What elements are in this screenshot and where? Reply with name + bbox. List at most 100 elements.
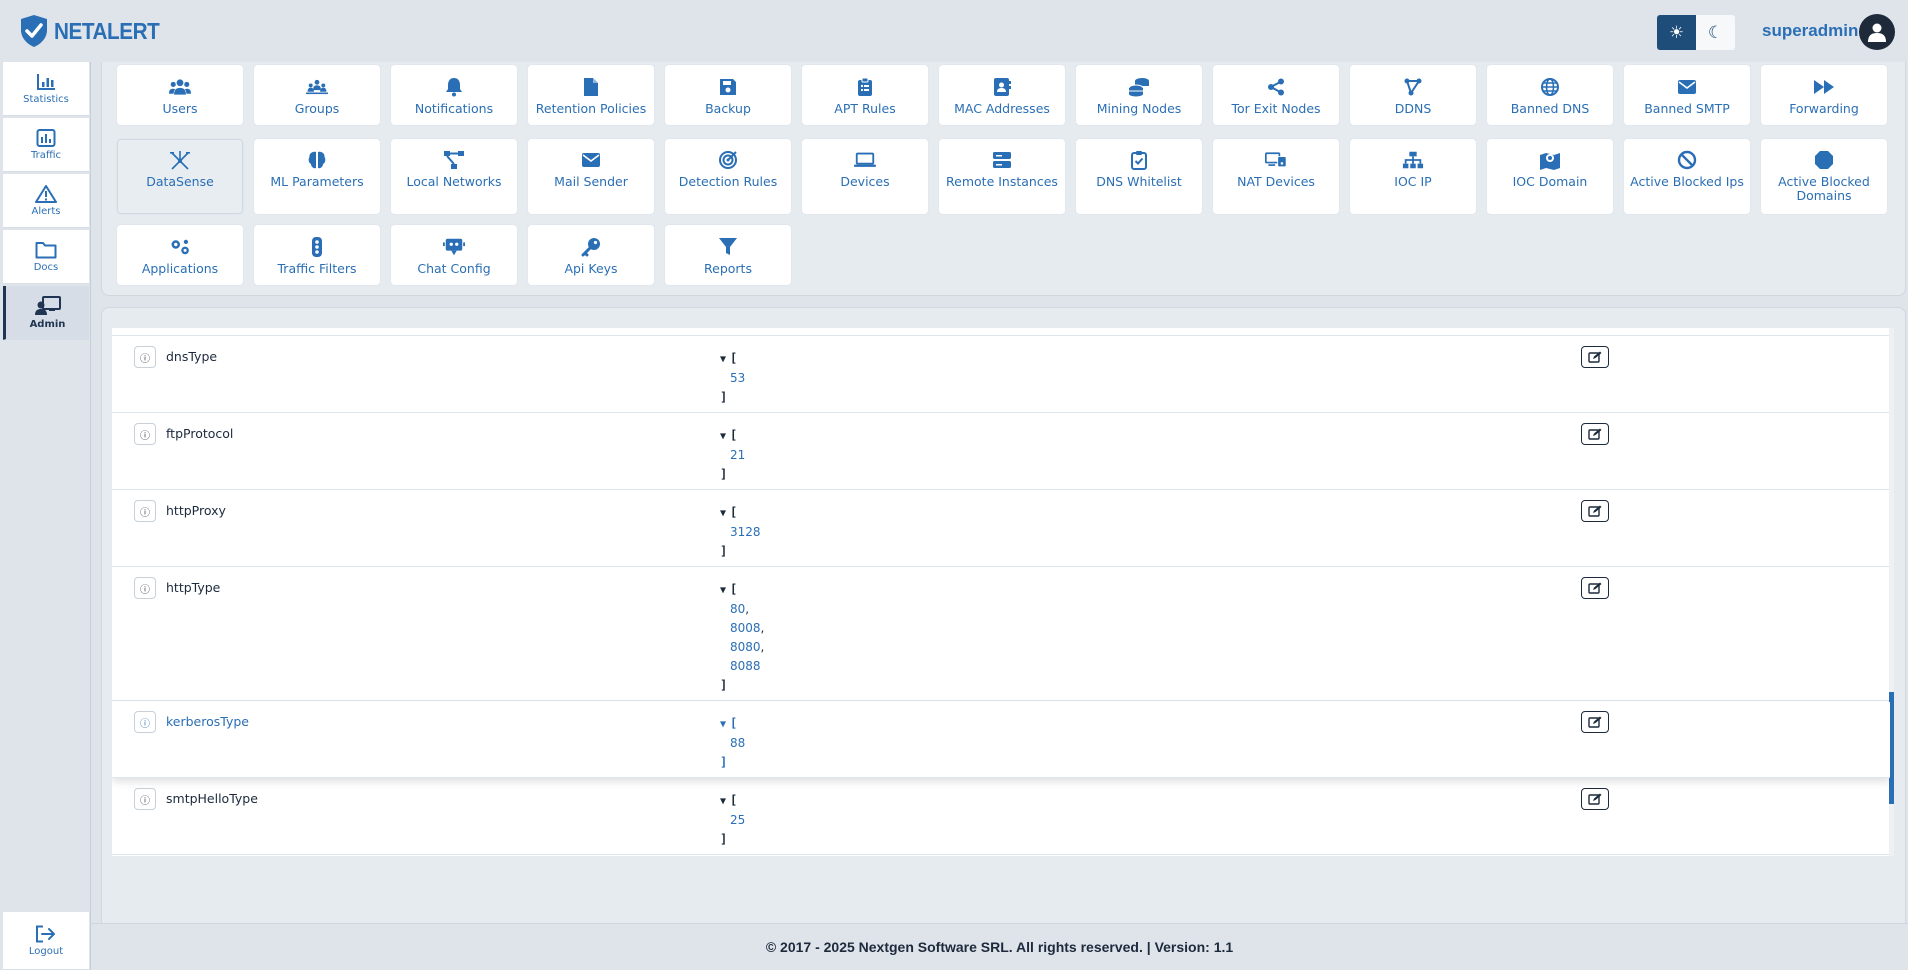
tile-label: Local Networks bbox=[406, 174, 502, 189]
edit-button[interactable] bbox=[1581, 423, 1609, 445]
datasense-content-panel: ⓘ dnsType ▼[ 53 ] ⓘ ftpProtocol ▼[ 21 ] bbox=[101, 307, 1906, 924]
tile-tor-exit-nodes[interactable]: Tor Exit Nodes bbox=[1212, 64, 1340, 126]
sidebar-item-alerts[interactable]: Alerts bbox=[3, 174, 89, 228]
username[interactable]: superadmin bbox=[1762, 21, 1858, 41]
collapse-triangle-icon[interactable]: ▼ bbox=[720, 796, 726, 807]
tile-remote-instances[interactable]: Remote Instances bbox=[938, 138, 1066, 215]
brand-name: NETALERT bbox=[54, 17, 160, 44]
tile-label: Banned SMTP bbox=[1644, 101, 1730, 116]
devices-icon bbox=[1265, 149, 1287, 171]
info-button[interactable]: ⓘ bbox=[134, 788, 156, 810]
tile-local-networks[interactable]: Local Networks bbox=[390, 138, 518, 215]
tile-label: Users bbox=[162, 101, 198, 116]
tile-mail-sender[interactable]: Mail Sender bbox=[527, 138, 655, 215]
edit-button[interactable] bbox=[1581, 788, 1609, 810]
edit-icon bbox=[1588, 428, 1602, 440]
info-button[interactable]: ⓘ bbox=[134, 423, 156, 445]
array-value: 8080 bbox=[730, 640, 761, 654]
tile-label: IOC IP bbox=[1394, 174, 1432, 189]
tile-ioc-ip[interactable]: IOC IP bbox=[1349, 138, 1477, 215]
tile-api-keys[interactable]: Api Keys bbox=[527, 224, 655, 286]
setting-value-array[interactable]: ▼[ 3128 ] bbox=[720, 503, 761, 561]
setting-value-array[interactable]: ▼[ 88 ] bbox=[720, 714, 745, 772]
tile-active-blocked-domains[interactable]: Active Blocked Domains bbox=[1760, 138, 1888, 215]
edit-button[interactable] bbox=[1581, 346, 1609, 368]
tile-retention-policies[interactable]: Retention Policies bbox=[527, 64, 655, 126]
sidebar-item-label: Statistics bbox=[23, 93, 69, 105]
collapse-triangle-icon[interactable]: ▼ bbox=[720, 354, 726, 365]
avatar[interactable] bbox=[1859, 14, 1895, 50]
tile-reports[interactable]: Reports bbox=[664, 224, 792, 286]
tile-applications[interactable]: Applications bbox=[116, 224, 244, 286]
tile-dns-whitelist[interactable]: DNS Whitelist bbox=[1075, 138, 1203, 215]
info-button[interactable]: ⓘ bbox=[134, 577, 156, 599]
array-value: 8008 bbox=[730, 621, 761, 635]
setting-value-array[interactable]: ▼[ 53 ] bbox=[720, 349, 745, 407]
collapse-triangle-icon[interactable]: ▼ bbox=[720, 585, 726, 596]
info-button[interactable]: ⓘ bbox=[134, 500, 156, 522]
forward-icon bbox=[1813, 76, 1835, 98]
tile-ddns[interactable]: DDNS bbox=[1349, 64, 1477, 126]
traffic-light-icon bbox=[306, 236, 328, 258]
sitemap-icon bbox=[1402, 149, 1424, 171]
array-value: 21 bbox=[730, 448, 746, 462]
radar-icon bbox=[717, 149, 739, 171]
setting-value-array[interactable]: ▼[ 21 ] bbox=[720, 426, 745, 484]
tile-banned-smtp[interactable]: Banned SMTP bbox=[1623, 64, 1751, 126]
network-icon bbox=[443, 149, 465, 171]
info-button[interactable]: ⓘ bbox=[134, 711, 156, 733]
tile-backup[interactable]: Backup bbox=[664, 64, 792, 126]
sidebar-item-logout[interactable]: Logout bbox=[3, 912, 89, 970]
light-theme-button[interactable]: ☀ bbox=[1657, 15, 1696, 50]
tile-apt-rules[interactable]: APT Rules bbox=[801, 64, 929, 126]
tile-chat-config[interactable]: Chat Config bbox=[390, 224, 518, 286]
tile-traffic-filters[interactable]: Traffic Filters bbox=[253, 224, 381, 286]
tile-label: Devices bbox=[840, 174, 890, 189]
tile-ml-parameters[interactable]: ML Parameters bbox=[253, 138, 381, 215]
folder-icon bbox=[35, 241, 57, 258]
info-icon: ⓘ bbox=[140, 795, 150, 807]
sidebar-item-docs[interactable]: Docs bbox=[3, 230, 89, 284]
setting-row-ftpProtocol: ⓘ ftpProtocol ▼[ 21 ] bbox=[112, 414, 1890, 490]
sidebar-item-admin[interactable]: Admin bbox=[3, 286, 89, 340]
tile-nat-devices[interactable]: NAT Devices bbox=[1212, 138, 1340, 215]
setting-value-array[interactable]: ▼[ 25 ] bbox=[720, 791, 745, 849]
tile-ioc-domain[interactable]: IOC Domain bbox=[1486, 138, 1614, 215]
settings-list[interactable]: ⓘ dnsType ▼[ 53 ] ⓘ ftpProtocol ▼[ 21 ] bbox=[112, 328, 1890, 856]
collapse-triangle-icon[interactable]: ▼ bbox=[720, 431, 726, 442]
tile-forwarding[interactable]: Forwarding bbox=[1760, 64, 1888, 126]
tile-users[interactable]: Users bbox=[116, 64, 244, 126]
tile-devices[interactable]: Devices bbox=[801, 138, 929, 215]
array-value-row: 8080, bbox=[730, 640, 765, 654]
tile-datasense[interactable]: DataSense bbox=[116, 138, 244, 215]
edit-button[interactable] bbox=[1581, 711, 1609, 733]
clipboard-check-icon bbox=[1128, 149, 1150, 171]
list-top-edge bbox=[112, 328, 1890, 336]
collapse-triangle-icon[interactable]: ▼ bbox=[720, 508, 726, 519]
brand-logo[interactable]: NETALERT bbox=[18, 14, 171, 48]
tile-label: Forwarding bbox=[1789, 101, 1859, 116]
info-button[interactable]: ⓘ bbox=[134, 346, 156, 368]
tile-label: Chat Config bbox=[417, 261, 491, 276]
sidebar-item-traffic[interactable]: Traffic bbox=[3, 118, 89, 172]
tile-label: Detection Rules bbox=[678, 174, 778, 189]
tile-groups[interactable]: Groups bbox=[253, 64, 381, 126]
groups-icon bbox=[306, 76, 328, 98]
collapse-triangle-icon[interactable]: ▼ bbox=[720, 719, 726, 730]
setting-value-array[interactable]: ▼[ 80, 8008, 8080, 8088 ] bbox=[720, 580, 764, 695]
tile-active-blocked-ips[interactable]: Active Blocked Ips bbox=[1623, 138, 1751, 215]
tile-detection-rules[interactable]: Detection Rules bbox=[664, 138, 792, 215]
dark-theme-button[interactable]: ☾ bbox=[1696, 15, 1735, 50]
tile-notifications[interactable]: Notifications bbox=[390, 64, 518, 126]
tile-label: APT Rules bbox=[834, 101, 896, 116]
sidebar-item-statistics[interactable]: Statistics bbox=[3, 62, 89, 116]
tile-mining-nodes[interactable]: Mining Nodes bbox=[1075, 64, 1203, 126]
edit-button[interactable] bbox=[1581, 500, 1609, 522]
tile-label: MAC Addresses bbox=[954, 101, 1050, 116]
edit-button[interactable] bbox=[1581, 577, 1609, 599]
sidebar-item-label: Logout bbox=[28, 945, 64, 957]
theme-toggle[interactable]: ☀ ☾ bbox=[1657, 15, 1735, 50]
tile-mac-addresses[interactable]: MAC Addresses bbox=[938, 64, 1066, 126]
tile-banned-dns[interactable]: Banned DNS bbox=[1486, 64, 1614, 126]
save-icon bbox=[717, 76, 739, 98]
